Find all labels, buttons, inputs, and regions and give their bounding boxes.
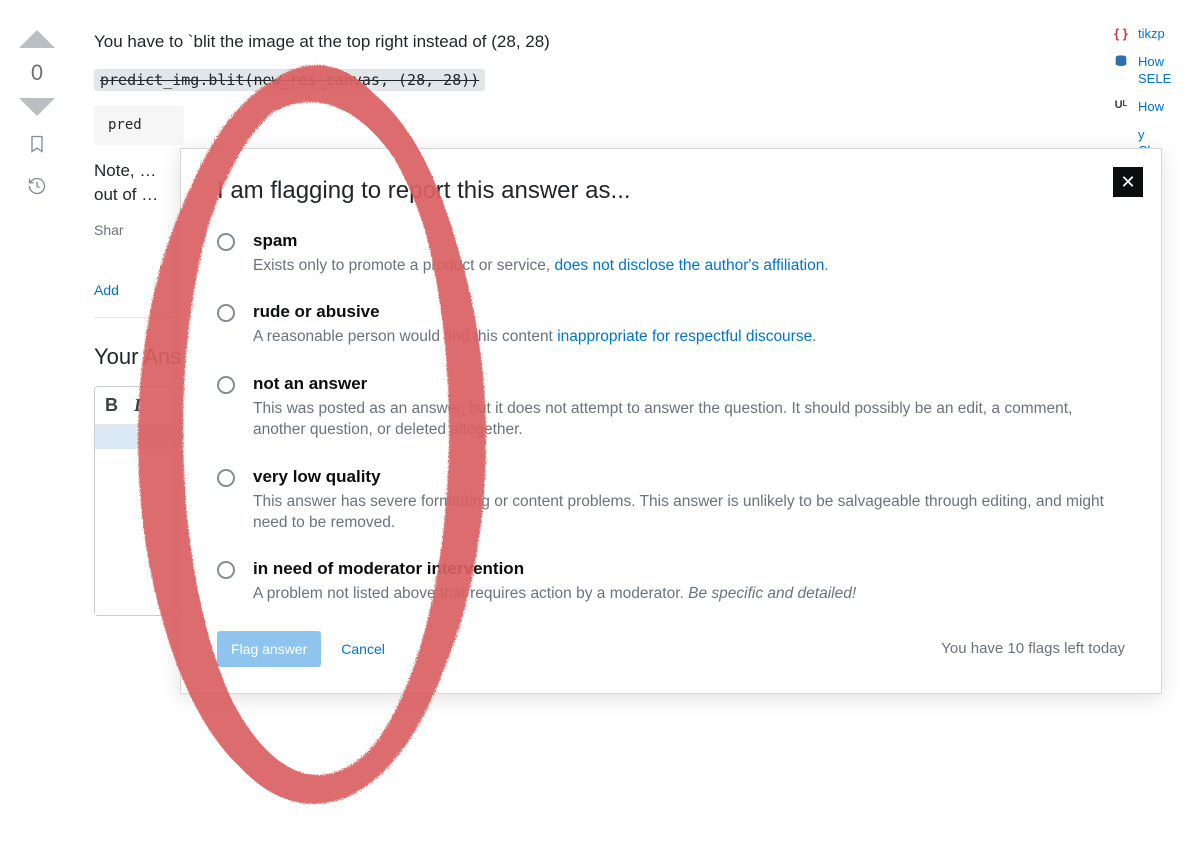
radio-icon[interactable] xyxy=(217,304,235,322)
downvote-button[interactable] xyxy=(19,98,55,116)
flag-option-moderator[interactable]: in need of moderator intervention A prob… xyxy=(217,559,1125,604)
flag-option-not-answer[interactable]: not an answer This was posted as an answ… xyxy=(217,374,1125,441)
braces-icon: { } xyxy=(1112,26,1130,41)
desc-link[interactable]: inappropriate for respectful discourse xyxy=(557,328,812,345)
option-label: very low quality xyxy=(253,467,1125,487)
italic-button[interactable]: I xyxy=(134,395,141,416)
desc-link[interactable]: does not disclose the author's affiliati… xyxy=(555,257,825,274)
option-desc: A problem not listed above that requires… xyxy=(253,583,856,604)
option-desc: Exists only to promote a product or serv… xyxy=(253,255,829,276)
flag-submit-button[interactable]: Flag answer xyxy=(217,631,321,667)
flag-option-low-quality[interactable]: very low quality This answer has severe … xyxy=(217,467,1125,534)
radio-icon[interactable] xyxy=(217,469,235,487)
struck-code: predict_img.blit(new_res_canvas, (28, 28… xyxy=(94,69,485,91)
flags-remaining: You have 10 flags left today xyxy=(941,640,1125,657)
code-block: pred xyxy=(94,105,184,145)
option-label: spam xyxy=(253,231,829,251)
site-icon: UL xyxy=(1112,99,1130,111)
bookmark-icon[interactable] xyxy=(27,134,47,158)
dialog-footer: Flag answer Cancel You have 10 flags lef… xyxy=(217,631,1125,667)
sidebar-link[interactable]: { } tikzp xyxy=(1112,26,1200,42)
answer-text: You have to `blit the image at the top r… xyxy=(94,30,1088,55)
option-label: in need of moderator intervention xyxy=(253,559,856,579)
close-icon[interactable]: ✕ xyxy=(1113,167,1143,197)
vote-column: 0 xyxy=(0,20,74,616)
upvote-button[interactable] xyxy=(19,30,55,48)
flag-dialog: ✕ I am flagging to report this answer as… xyxy=(180,148,1162,694)
database-icon xyxy=(1112,54,1130,70)
add-comment-link[interactable]: Add xyxy=(94,282,119,298)
cancel-link[interactable]: Cancel xyxy=(341,641,385,657)
radio-icon[interactable] xyxy=(217,376,235,394)
radio-icon[interactable] xyxy=(217,233,235,251)
option-desc: A reasonable person would find this cont… xyxy=(253,326,817,347)
option-desc: This was posted as an answer, but it doe… xyxy=(253,398,1125,441)
dialog-title: I am flagging to report this answer as..… xyxy=(217,177,1125,205)
sidebar-link[interactable]: UL How xyxy=(1112,99,1200,115)
option-label: rude or abusive xyxy=(253,302,817,322)
flag-option-rude[interactable]: rude or abusive A reasonable person woul… xyxy=(217,302,1125,347)
option-desc: This answer has severe formatting or con… xyxy=(253,491,1125,534)
flag-option-spam[interactable]: spam Exists only to promote a product or… xyxy=(217,231,1125,276)
sidebar-link[interactable]: How SELE xyxy=(1112,54,1200,87)
option-label: not an answer xyxy=(253,374,1125,394)
radio-icon[interactable] xyxy=(217,561,235,579)
bold-button[interactable]: B xyxy=(105,395,118,416)
share-link[interactable]: Shar xyxy=(94,222,124,238)
vote-count: 0 xyxy=(31,60,43,86)
history-icon[interactable] xyxy=(27,176,47,200)
